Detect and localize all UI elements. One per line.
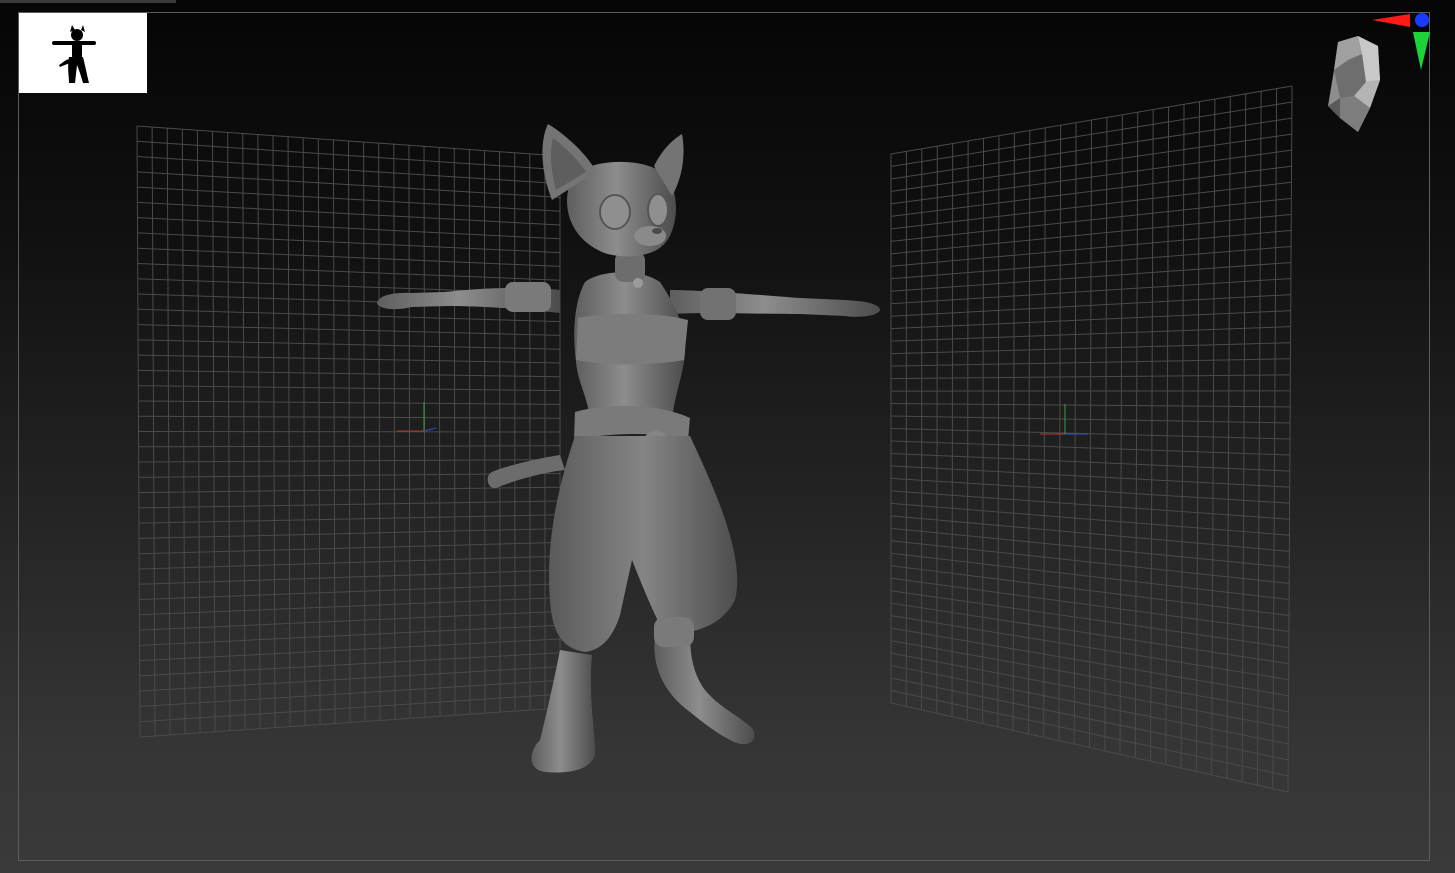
axis-z-dot: [1415, 13, 1429, 27]
axis-orientation-indicator: [1372, 13, 1430, 70]
axis-y-arrow: [1413, 32, 1430, 70]
navigation-widget[interactable]: [1318, 10, 1438, 140]
navigation-head-icon[interactable]: [1328, 36, 1380, 132]
axis-x-arrow: [1372, 14, 1410, 27]
viewport-frame: [18, 12, 1430, 861]
character-silhouette-icon: [52, 25, 96, 83]
3d-viewport[interactable]: [0, 0, 1455, 873]
thumbnail-preview[interactable]: [19, 13, 147, 93]
